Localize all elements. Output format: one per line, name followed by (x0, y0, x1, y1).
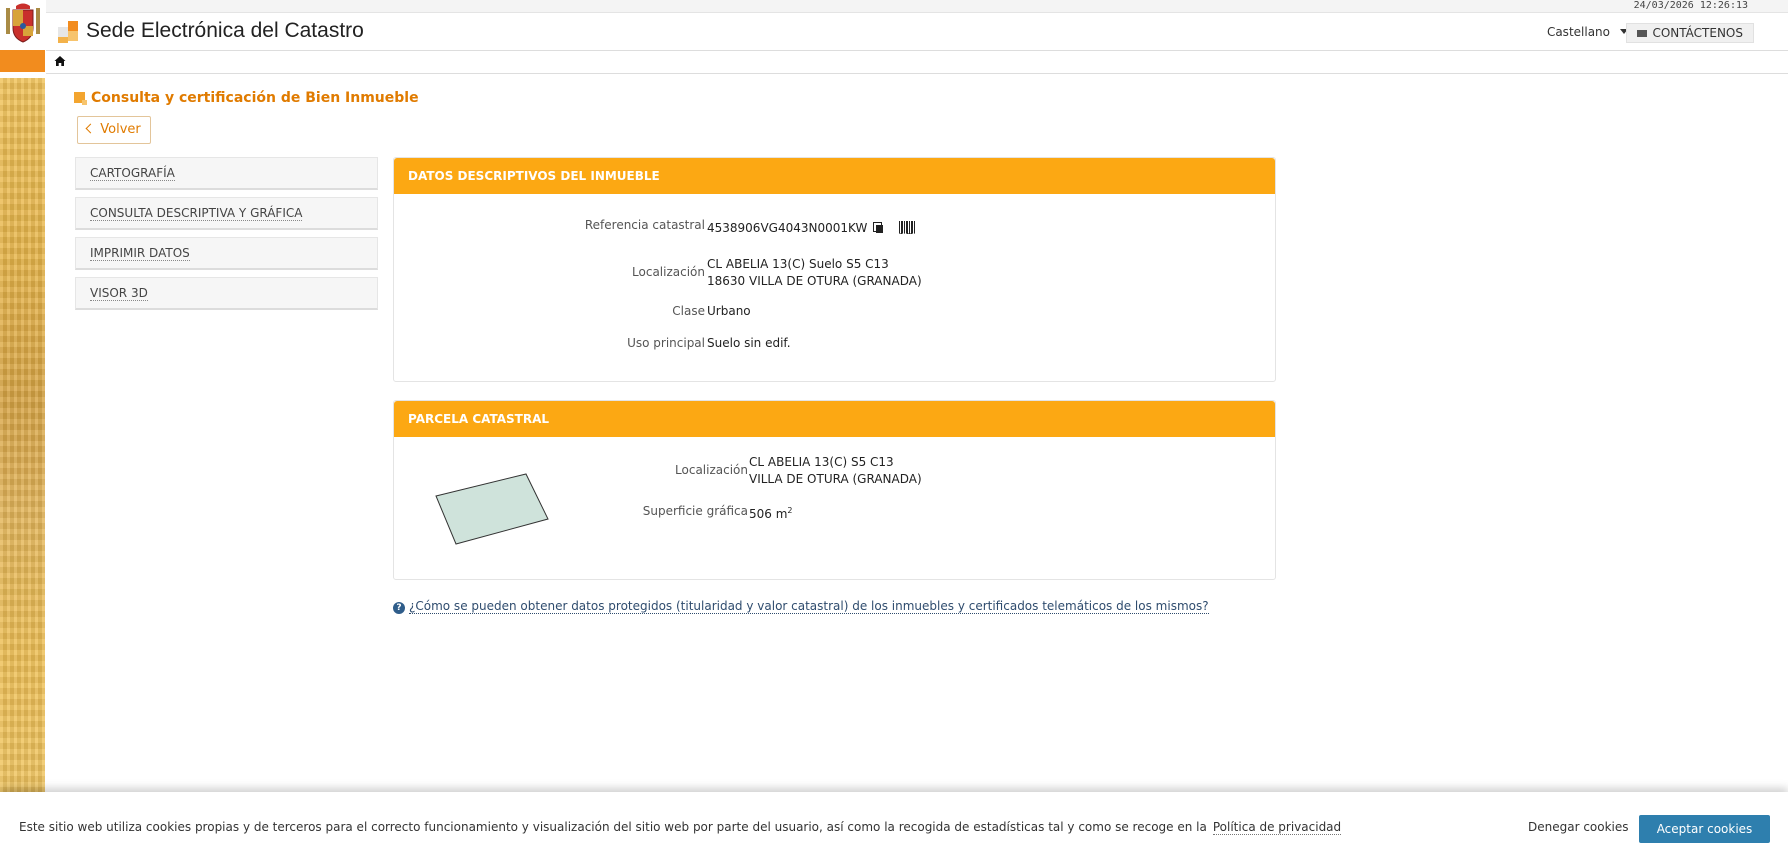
help-icon: ? (393, 602, 405, 614)
side-menu: CARTOGRAFÍA CONSULTA DESCRIPTIVA Y GRÁFI… (75, 157, 378, 317)
parcela-loc-value: CL ABELIA 13(C) S5 C13 VILLA DE OTURA (G… (749, 454, 922, 488)
datos-descriptivos-panel: DATOS DESCRIPTIVOS DEL INMUEBLE Referenc… (393, 157, 1276, 382)
logo-blocks-icon (58, 21, 80, 43)
superficie-unit-sup: 2 (787, 506, 793, 515)
loc-label: Localización (632, 265, 705, 279)
left-decorative-strip (0, 78, 45, 798)
contact-button[interactable]: CONTÁCTENOS (1626, 23, 1754, 43)
site-header: Sede Electrónica del Catastro Castellano… (46, 13, 1788, 49)
uso-value: Suelo sin edif. (707, 336, 791, 350)
cookie-bar: Este sitio web utiliza cookies propias y… (0, 792, 1788, 862)
page-title: Consulta y certificación de Bien Inmuebl… (74, 90, 419, 106)
parcela-loc-label: Localización (675, 463, 748, 477)
side-item-label: IMPRIMIR DATOS (90, 246, 190, 261)
language-label: Castellano (1546, 25, 1610, 39)
title-mark-icon (74, 92, 87, 105)
top-status-line: 24/03/2026 12:26:13 (46, 0, 1788, 13)
privacy-policy-link[interactable]: Política de privacidad (1212, 820, 1342, 835)
site-title[interactable]: Sede Electrónica del Catastro (86, 19, 364, 43)
language-selector[interactable]: Castellano (1547, 25, 1628, 39)
clase-value: Urbano (707, 304, 751, 318)
panel-heading: PARCELA CATASTRAL (394, 401, 1275, 437)
help-link-text: ¿Cómo se pueden obtener datos protegidos… (409, 599, 1209, 614)
ref-value-row: 4538906VG4043N0001KW (707, 220, 916, 237)
loc-value: CL ABELIA 13(C) Suelo S5 C13 18630 VILLA… (707, 256, 922, 290)
accept-cookies-button[interactable]: Aceptar cookies (1639, 815, 1770, 843)
parcela-loc-line-1: CL ABELIA 13(C) S5 C13 (749, 455, 894, 469)
page-title-text: Consulta y certificación de Bien Inmuebl… (91, 90, 419, 106)
side-item-imprimir-datos[interactable]: IMPRIMIR DATOS (75, 237, 378, 270)
barcode-icon[interactable] (899, 221, 916, 234)
parcela-catastral-panel: PARCELA CATASTRAL Localización CL ABELIA… (393, 400, 1276, 580)
superficie-number: 506 m (749, 507, 788, 521)
left-orange-bar (0, 50, 45, 72)
back-button[interactable]: Volver (77, 116, 151, 144)
chevron-left-icon (85, 123, 96, 134)
parcela-loc-line-2: VILLA DE OTURA (GRANADA) (749, 472, 922, 486)
spain-coat-of-arms-icon (6, 3, 40, 43)
side-item-consulta-descriptiva[interactable]: CONSULTA DESCRIPTIVA Y GRÁFICA (75, 197, 378, 230)
side-item-label: CARTOGRAFÍA (90, 166, 175, 181)
envelope-icon (1637, 30, 1648, 37)
side-item-label: CONSULTA DESCRIPTIVA Y GRÁFICA (90, 206, 303, 221)
timestamp: 24/03/2026 12:26:13 (1633, 0, 1748, 11)
panel-heading: DATOS DESCRIPTIVOS DEL INMUEBLE (394, 158, 1275, 194)
loc-line-2: 18630 VILLA DE OTURA (GRANADA) (707, 274, 922, 288)
side-item-label: VISOR 3D (90, 286, 148, 301)
clase-label: Clase (672, 304, 705, 318)
ref-label: Referencia catastral (584, 218, 705, 232)
side-item-visor-3d[interactable]: VISOR 3D (75, 277, 378, 310)
breadcrumb (46, 50, 1788, 74)
copy-icon[interactable] (873, 222, 885, 234)
superficie-value: 506 m2 (749, 502, 793, 523)
loc-line-1: CL ABELIA 13(C) Suelo S5 C13 (707, 257, 889, 271)
ref-value: 4538906VG4043N0001KW (707, 221, 868, 235)
help-link[interactable]: ? ¿Cómo se pueden obtener datos protegido… (393, 599, 1209, 614)
superficie-label: Superficie gráfica (642, 504, 748, 518)
parcel-shape[interactable] (434, 471, 554, 551)
contact-label: CONTÁCTENOS (1652, 26, 1743, 40)
uso-label: Uso principal (627, 336, 705, 350)
side-item-cartografia[interactable]: CARTOGRAFÍA (75, 157, 378, 190)
home-icon[interactable] (54, 55, 66, 67)
cookie-message: Este sitio web utiliza cookies propias y… (19, 820, 1207, 834)
back-label: Volver (100, 122, 141, 137)
deny-cookies-button[interactable]: Denegar cookies (1528, 820, 1629, 834)
cookie-text: Este sitio web utiliza cookies propias y… (19, 820, 1342, 835)
